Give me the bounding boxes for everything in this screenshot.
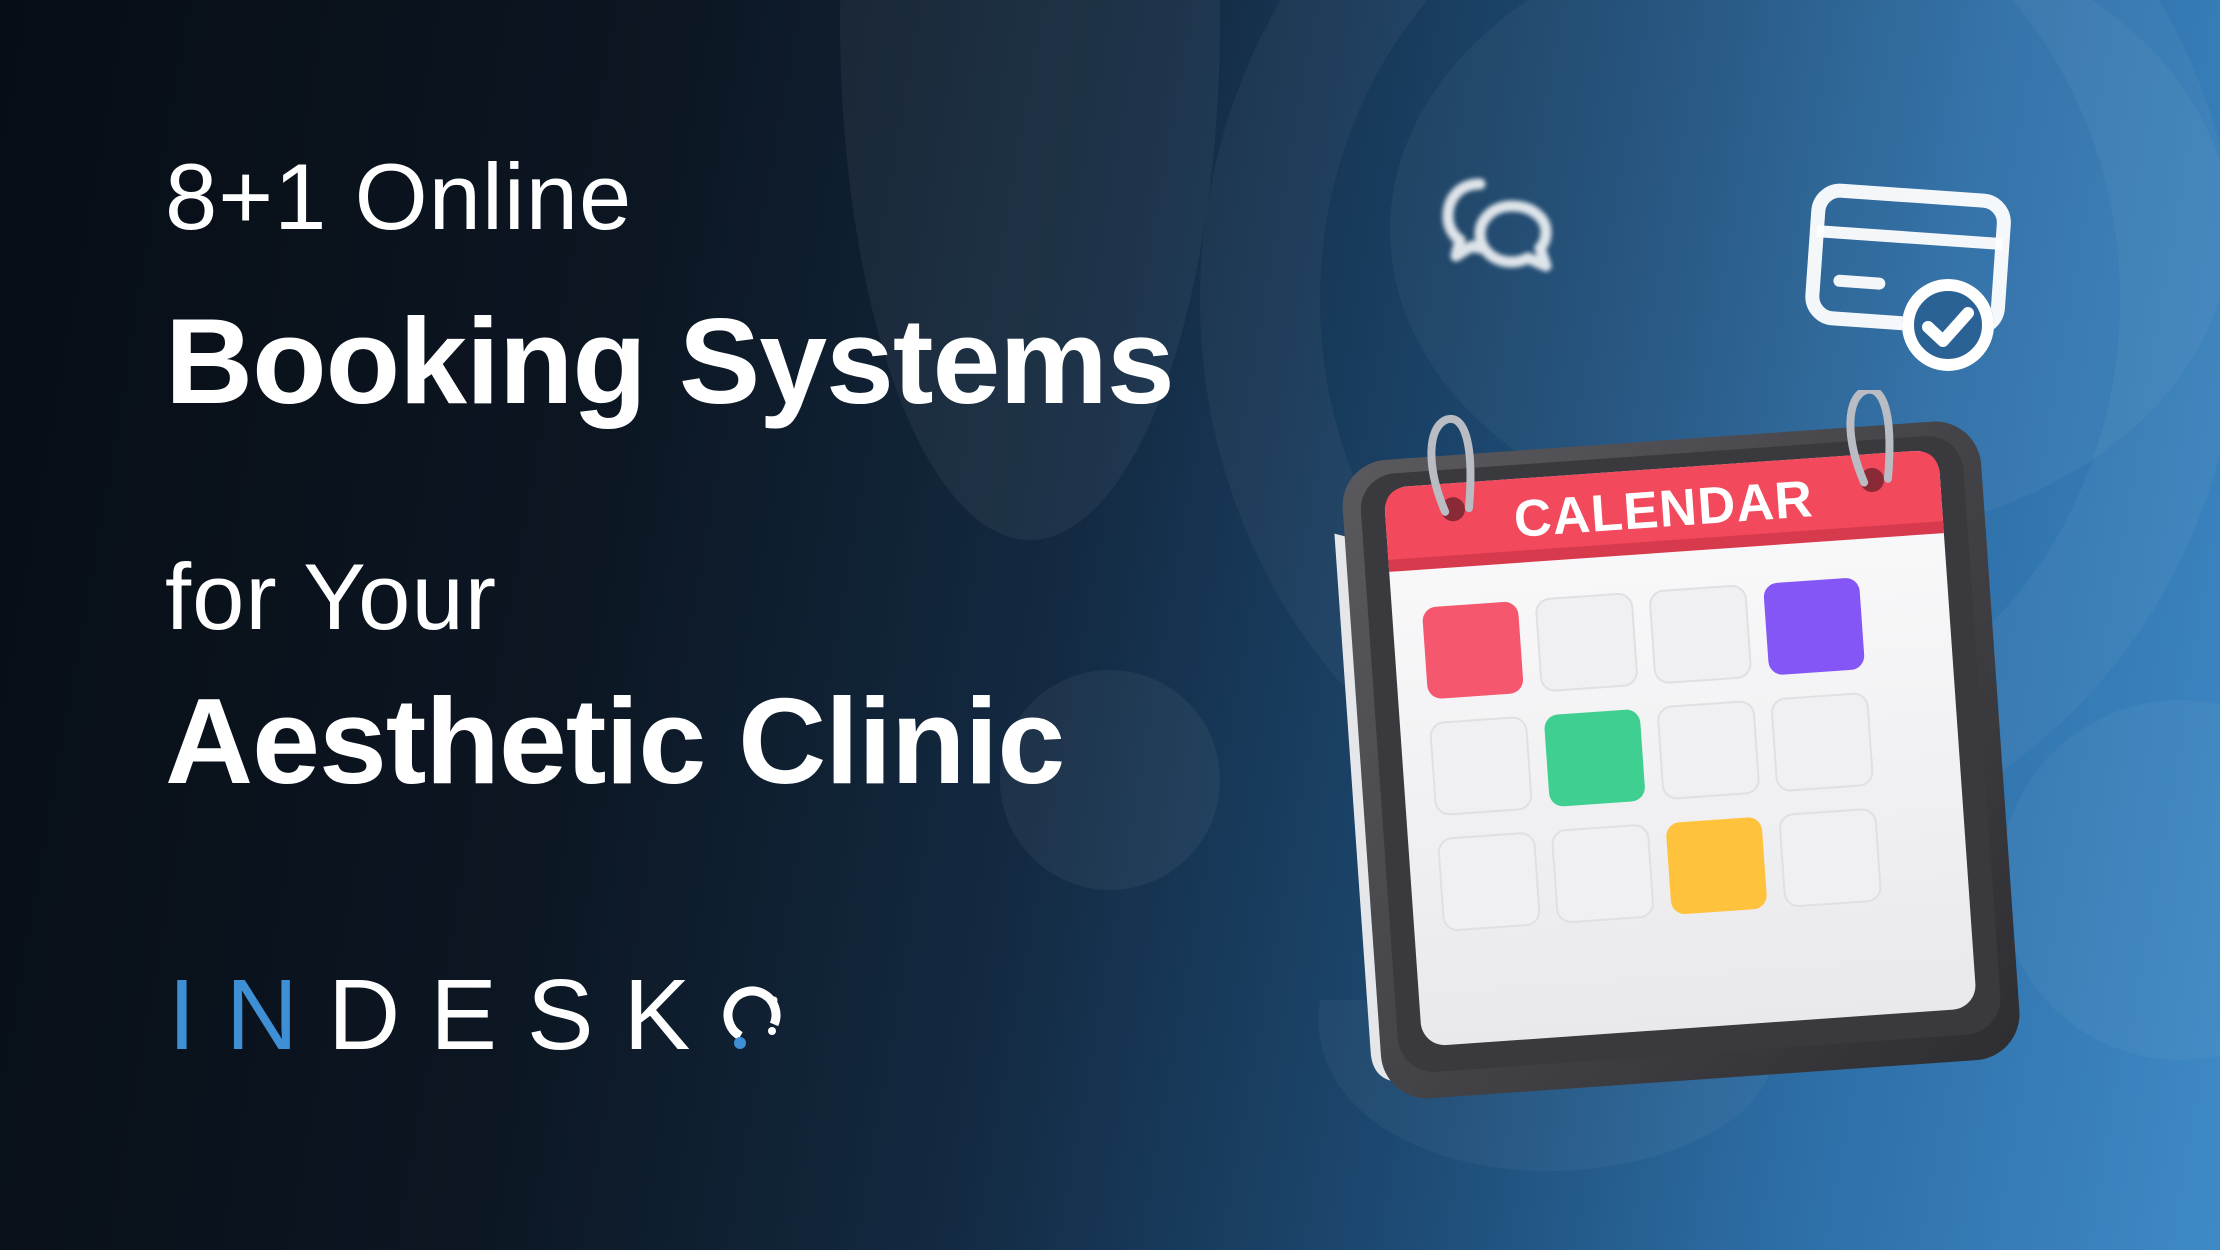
brand-logo: INDESK <box>168 965 794 1065</box>
day-tile-red <box>1422 601 1524 699</box>
headline-line-2: Booking Systems <box>165 293 1175 429</box>
headline-line-3: for Your <box>165 544 498 649</box>
day-tile-green <box>1544 709 1645 807</box>
calendar-illustration: CALENDAR <box>1334 390 2020 1099</box>
brand-name-rest: DESK <box>328 959 721 1071</box>
brand-name: INDESK <box>168 965 720 1065</box>
headline-line-4: Aesthetic Clinic <box>165 673 1065 809</box>
brand-name-accent: IN <box>168 959 328 1071</box>
card-check-icon <box>1805 183 2011 371</box>
banner: 8+1 Online Booking Systems for Your Aest… <box>0 0 2220 1250</box>
day-tile-purple <box>1763 578 1865 675</box>
day-tile-yellow <box>1666 817 1767 915</box>
logo-ring-icon <box>723 986 781 1049</box>
chat-bubbles-icon <box>1442 178 1552 272</box>
headline-line-1: 8+1 Online <box>165 144 633 249</box>
